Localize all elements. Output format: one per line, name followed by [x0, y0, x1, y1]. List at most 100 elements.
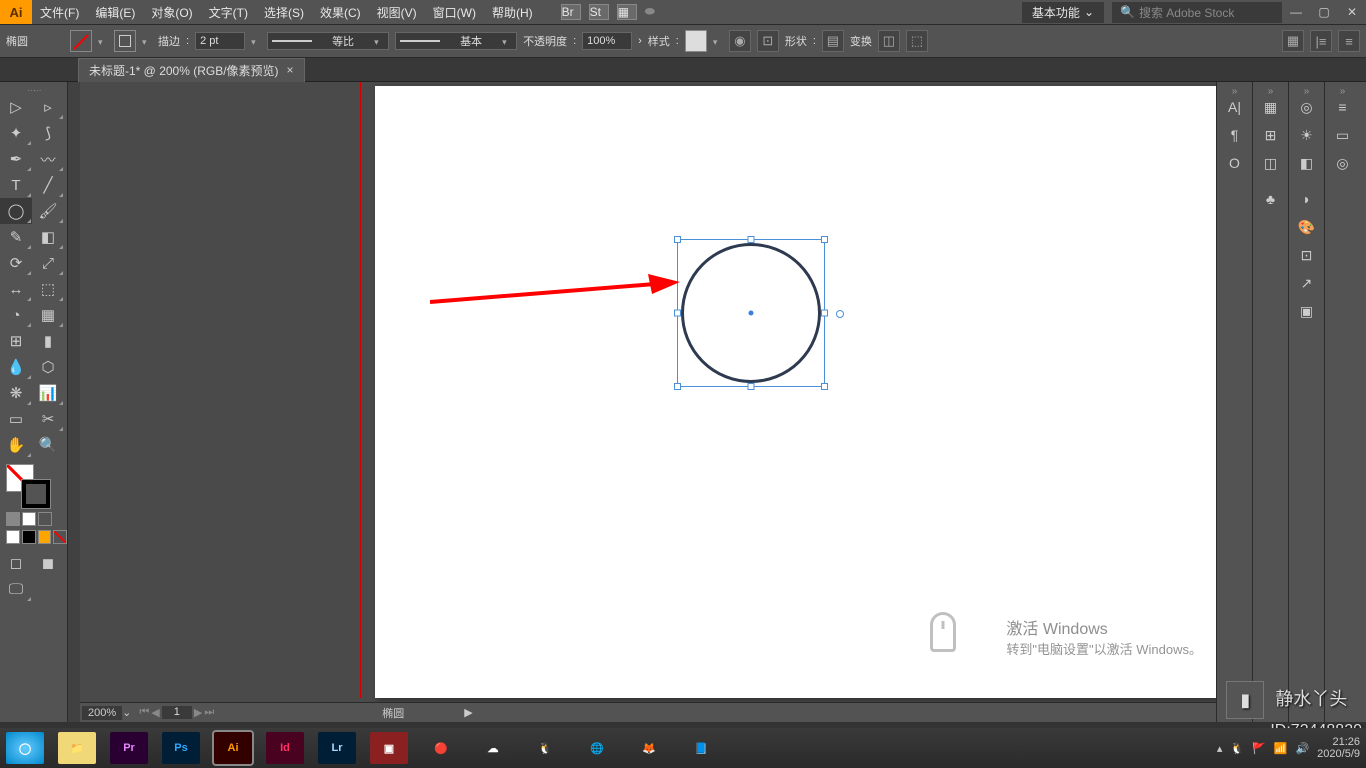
scale-tool[interactable]: ⤢ — [32, 250, 64, 276]
zoom-level[interactable]: 200% — [82, 706, 122, 720]
pen-tool[interactable]: ✒ — [0, 146, 32, 172]
character-panel-icon[interactable]: A| — [1222, 94, 1248, 120]
profile-combo[interactable]: 等比 — [267, 32, 389, 50]
opentype-panel-icon[interactable]: O — [1222, 150, 1248, 176]
transform-button[interactable]: 变换 — [850, 33, 872, 49]
transform-icon[interactable]: ◫ — [878, 30, 900, 52]
live-corner-widget[interactable] — [836, 310, 844, 318]
menu-edit[interactable]: 编辑(E) — [87, 4, 143, 21]
opacity-input[interactable] — [582, 32, 632, 50]
libraries-panel-icon[interactable]: ◎ — [1330, 150, 1356, 176]
menu-select[interactable]: 选择(S) — [256, 4, 312, 21]
isolate-icon[interactable]: ⬚ — [906, 30, 928, 52]
taskbar-app-illustrator[interactable]: Ai — [214, 732, 252, 764]
paintbrush-tool[interactable]: 🖌 — [32, 198, 64, 224]
shape-panel-icon[interactable]: ♣ — [1258, 186, 1284, 212]
free-transform-tool[interactable]: ⬚ — [32, 276, 64, 302]
draw-mode-normal[interactable]: ◻ — [0, 550, 32, 576]
fill-swatch[interactable] — [70, 30, 92, 52]
mesh-tool[interactable]: ⊞ — [0, 328, 32, 354]
taskbar-app-ball[interactable]: 🔴 — [422, 732, 460, 764]
lasso-tool[interactable]: ⟆ — [32, 120, 64, 146]
maximize-button[interactable]: ▢ — [1312, 2, 1336, 22]
taskbar-app-video[interactable]: ▣ — [370, 732, 408, 764]
menu-object[interactable]: 对象(O) — [143, 4, 200, 21]
brightness-panel-icon[interactable]: ☀ — [1294, 122, 1320, 148]
fill-stroke-swatch[interactable] — [6, 464, 50, 508]
taskbar-app-notes[interactable]: 📘 — [682, 732, 720, 764]
color-mode-row[interactable] — [0, 512, 67, 526]
panel-toggle-1[interactable]: ▦ — [1282, 30, 1304, 52]
tray-sound-icon[interactable]: 🔊 — [1295, 742, 1309, 755]
stroke-weight-input[interactable] — [195, 32, 245, 50]
menu-type[interactable]: 文字(T) — [201, 4, 256, 21]
shape-builder-tool[interactable]: ◔ — [0, 302, 32, 328]
panel-menu-icon[interactable]: ≡ — [1338, 30, 1360, 52]
tray-qq-icon[interactable]: 🐧 — [1230, 742, 1244, 755]
workspace-switcher[interactable]: 基本功能⌄ — [1022, 2, 1104, 23]
magic-wand-tool[interactable]: ✦ — [0, 120, 32, 146]
menu-view[interactable]: 视图(V) — [369, 4, 425, 21]
selection-tool[interactable]: ▷ — [0, 94, 32, 120]
taskbar-app-cloud[interactable]: ☁ — [474, 732, 512, 764]
menu-window[interactable]: 窗口(W) — [425, 4, 484, 21]
slice-tool[interactable]: ✂ — [32, 406, 64, 432]
style-swatch[interactable] — [685, 30, 707, 52]
eraser-tool[interactable]: ◧ — [32, 224, 64, 250]
line-tool[interactable]: ╱ — [32, 172, 64, 198]
curvature-tool[interactable]: 〰 — [32, 146, 64, 172]
canvas[interactable]: 激活 Windows 转到"电脑设置"以激活 Windows。 200%⌄ ⏮◀… — [80, 82, 1216, 722]
draw-mode-behind[interactable]: ◼ — [32, 550, 64, 576]
menu-effect[interactable]: 效果(C) — [312, 4, 369, 21]
artboards-panel-icon[interactable]: ▭ — [1330, 122, 1356, 148]
export-panel-icon[interactable]: ↗ — [1294, 270, 1320, 296]
type-tool[interactable]: T — [0, 172, 32, 198]
blend-tool[interactable]: ⬡ — [32, 354, 64, 380]
align-icon[interactable]: ⊡ — [757, 30, 779, 52]
taskbar-app-photoshop[interactable]: Ps — [162, 732, 200, 764]
paragraph-panel-icon[interactable]: ¶ — [1222, 122, 1248, 148]
cc-panel-icon[interactable]: ◎ — [1294, 94, 1320, 120]
minimize-button[interactable]: — — [1284, 2, 1308, 22]
perspective-tool[interactable]: ▦ — [32, 302, 64, 328]
stock-search[interactable]: 🔍搜索 Adobe Stock — [1112, 2, 1282, 23]
appearance-panel-icon[interactable]: ◗ — [1294, 186, 1320, 212]
artboard-nav[interactable]: ⏮◀1▶⏭ — [139, 706, 214, 719]
panel-toggle-2[interactable]: |≡ — [1310, 30, 1332, 52]
artboard-tool[interactable]: ▭ — [0, 406, 32, 432]
graph-tool[interactable]: 📊 — [32, 380, 64, 406]
menu-panel-icon[interactable]: ≡ — [1330, 94, 1356, 120]
tray-chevron-icon[interactable]: ▴ — [1217, 742, 1223, 755]
screen-mode[interactable]: 🖵 — [0, 576, 32, 602]
close-button[interactable]: ✕ — [1340, 2, 1364, 22]
arrange-icon[interactable]: ▦ — [617, 4, 637, 20]
width-tool[interactable]: ↔ — [0, 276, 32, 302]
zoom-tool[interactable]: 🔍 — [32, 432, 64, 458]
rotate-tool[interactable]: ⟳ — [0, 250, 32, 276]
shape-button[interactable]: 形状 — [785, 33, 807, 49]
tray-net-icon[interactable]: 📶 — [1274, 742, 1288, 755]
brush-combo[interactable]: 基本 — [395, 32, 517, 50]
gradient-tool[interactable]: ▮ — [32, 328, 64, 354]
taskbar-app-indesign[interactable]: Id — [266, 732, 304, 764]
taskbar-app-firefox[interactable]: 🦊 — [630, 732, 668, 764]
taskbar-app-lightroom[interactable]: Lr — [318, 732, 356, 764]
eyedropper-tool[interactable]: 💧 — [0, 354, 32, 380]
swatch-row[interactable] — [0, 530, 67, 544]
hand-tool[interactable]: ✋ — [0, 432, 32, 458]
transparency-panel-icon[interactable]: ◧ — [1294, 150, 1320, 176]
tray-flag-icon[interactable]: 🚩 — [1252, 742, 1266, 755]
taskbar-app-explorer[interactable]: 📁 — [58, 732, 96, 764]
layers-panel-icon[interactable]: ▣ — [1294, 298, 1320, 324]
pathfinder-panel-icon[interactable]: ◫ — [1258, 150, 1284, 176]
bridge-icon[interactable]: Br — [561, 4, 581, 20]
shaper-tool[interactable]: ✎ — [0, 224, 32, 250]
gpu-icon[interactable]: ⬬ — [645, 4, 665, 20]
ellipse-tool[interactable]: ◯ — [0, 198, 32, 224]
color-panel-icon[interactable]: 🎨 — [1294, 214, 1320, 240]
close-tab-icon[interactable]: × — [287, 63, 294, 77]
symbol-sprayer-tool[interactable]: ❋ — [0, 380, 32, 406]
toolbox-handle[interactable] — [0, 86, 67, 94]
menu-help[interactable]: 帮助(H) — [484, 4, 541, 21]
taskbar-app-premiere[interactable]: Pr — [110, 732, 148, 764]
